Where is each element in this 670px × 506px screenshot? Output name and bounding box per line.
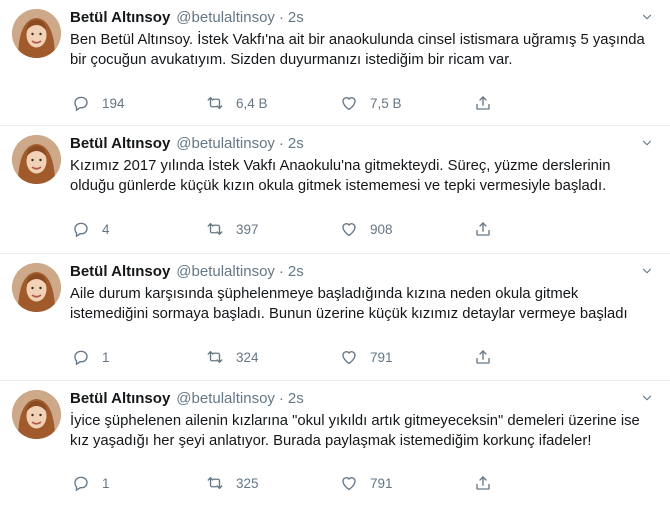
chevron-down-icon[interactable] <box>640 10 654 24</box>
reply-button[interactable]: 4 <box>72 220 206 238</box>
chevron-down-icon[interactable] <box>640 136 654 150</box>
share-button[interactable] <box>474 348 504 366</box>
retweet-count: 325 <box>236 475 259 491</box>
like-button[interactable]: 791 <box>340 474 474 492</box>
tweet-time[interactable]: 2s <box>288 134 304 153</box>
share-button[interactable] <box>474 94 504 112</box>
like-count: 791 <box>370 349 393 365</box>
share-button[interactable] <box>474 474 504 492</box>
like-count: 908 <box>370 221 393 237</box>
share-icon <box>474 220 504 238</box>
separator-dot: · <box>278 263 284 280</box>
reply-button[interactable]: 1 <box>72 474 206 492</box>
like-button[interactable]: 791 <box>340 348 474 366</box>
retweet-button[interactable]: 6,4 B <box>206 94 340 112</box>
retweet-button[interactable]: 397 <box>206 220 340 238</box>
tweet-header: Betül Altınsoy @betulaltinsoy · 2s <box>70 389 658 408</box>
tweet-content: Betül Altınsoy @betulaltinsoy · 2s Aile … <box>70 262 658 324</box>
tweet-content: Betül Altınsoy @betulaltinsoy · 2s İyice… <box>70 389 658 451</box>
heart-icon <box>340 220 370 238</box>
tweet[interactable]: Betül Altınsoy @betulaltinsoy · 2s Aile … <box>0 254 670 381</box>
author-name[interactable]: Betül Altınsoy <box>70 262 170 281</box>
author-handle[interactable]: @betulaltinsoy <box>176 8 275 27</box>
tweet-actions: 4 397 908 <box>72 220 504 238</box>
reply-count: 194 <box>102 95 125 111</box>
tweet[interactable]: Betül Altınsoy @betulaltinsoy · 2s Kızım… <box>0 126 670 254</box>
avatar[interactable] <box>12 135 61 184</box>
retweet-icon <box>206 348 236 366</box>
retweet-icon <box>206 474 236 492</box>
tweet-header: Betül Altınsoy @betulaltinsoy · 2s <box>70 262 658 281</box>
retweet-button[interactable]: 325 <box>206 474 340 492</box>
tweet[interactable]: Betül Altınsoy @betulaltinsoy · 2s Ben B… <box>0 0 670 126</box>
share-icon <box>474 474 504 492</box>
tweet-header: Betül Altınsoy @betulaltinsoy · 2s <box>70 134 658 153</box>
retweet-icon <box>206 94 236 112</box>
chevron-down-icon[interactable] <box>640 391 654 405</box>
tweet-header: Betül Altınsoy @betulaltinsoy · 2s <box>70 8 658 27</box>
reply-icon <box>72 348 102 366</box>
heart-icon <box>340 94 370 112</box>
tweet-actions: 1 324 791 <box>72 348 504 366</box>
tweet-content: Betül Altınsoy @betulaltinsoy · 2s Ben B… <box>70 8 658 70</box>
tweet[interactable]: Betül Altınsoy @betulaltinsoy · 2s İyice… <box>0 381 670 506</box>
reply-icon <box>72 474 102 492</box>
avatar[interactable] <box>12 390 61 439</box>
tweet-time[interactable]: 2s <box>288 389 304 408</box>
tweet-actions: 194 6,4 B 7,5 B <box>72 94 504 112</box>
separator-dot: · <box>278 390 284 407</box>
reply-count: 1 <box>102 349 110 365</box>
retweet-button[interactable]: 324 <box>206 348 340 366</box>
share-icon <box>474 94 504 112</box>
reply-icon <box>72 94 102 112</box>
author-name[interactable]: Betül Altınsoy <box>70 389 170 408</box>
tweet-text: Aile durum karşısında şüphelenmeye başla… <box>70 286 628 322</box>
tweet-time[interactable]: 2s <box>288 8 304 27</box>
reply-button[interactable]: 194 <box>72 94 206 112</box>
avatar[interactable] <box>12 9 61 58</box>
author-name[interactable]: Betül Altınsoy <box>70 134 170 153</box>
like-count: 791 <box>370 475 393 491</box>
share-button[interactable] <box>474 220 504 238</box>
reply-count: 1 <box>102 475 110 491</box>
separator-dot: · <box>278 9 284 26</box>
tweet-text: Ben Betül Altınsoy. İstek Vakfı'na ait b… <box>70 32 645 68</box>
tweet-time[interactable]: 2s <box>288 262 304 281</box>
retweet-icon <box>206 220 236 238</box>
tweet-content: Betül Altınsoy @betulaltinsoy · 2s Kızım… <box>70 134 658 196</box>
avatar[interactable] <box>12 263 61 312</box>
retweet-count: 6,4 B <box>236 95 268 111</box>
like-count: 7,5 B <box>370 95 402 111</box>
like-button[interactable]: 7,5 B <box>340 94 474 112</box>
chevron-down-icon[interactable] <box>640 264 654 278</box>
tweet-feed: Betül Altınsoy @betulaltinsoy · 2s Ben B… <box>0 0 670 506</box>
author-handle[interactable]: @betulaltinsoy <box>176 134 275 153</box>
tweet-text: Kızımız 2017 yılında İstek Vakfı Anaokul… <box>70 158 611 194</box>
reply-count: 4 <box>102 221 110 237</box>
author-handle[interactable]: @betulaltinsoy <box>176 389 275 408</box>
heart-icon <box>340 348 370 366</box>
heart-icon <box>340 474 370 492</box>
tweet-actions: 1 325 791 <box>72 474 504 492</box>
separator-dot: · <box>278 135 284 152</box>
retweet-count: 324 <box>236 349 259 365</box>
reply-button[interactable]: 1 <box>72 348 206 366</box>
author-handle[interactable]: @betulaltinsoy <box>176 262 275 281</box>
author-name[interactable]: Betül Altınsoy <box>70 8 170 27</box>
retweet-count: 397 <box>236 221 259 237</box>
like-button[interactable]: 908 <box>340 220 474 238</box>
tweet-text: İyice şüphelenen ailenin kızlarına "okul… <box>70 413 640 449</box>
reply-icon <box>72 220 102 238</box>
share-icon <box>474 348 504 366</box>
